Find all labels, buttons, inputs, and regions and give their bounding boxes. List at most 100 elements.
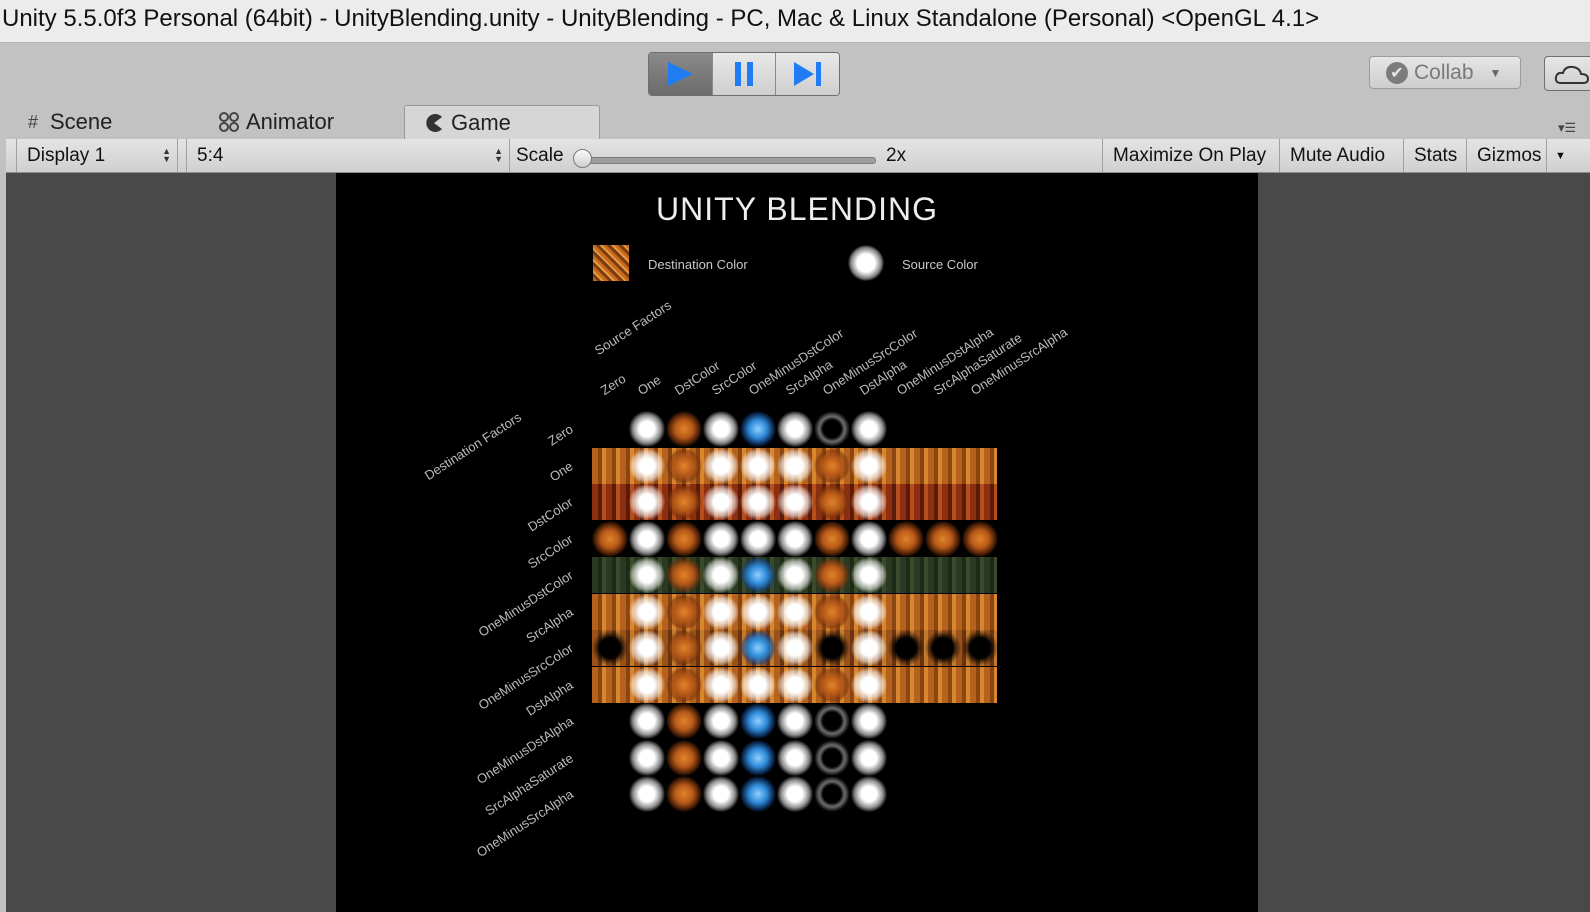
destination-factor-label: OneMinusDstColor (475, 567, 576, 640)
blend-cell (962, 630, 998, 666)
game-view-toolbar: Display 1 ▲ ▼ 5:4 ▲ ▼ Scale 2x Maximize On… (6, 139, 1590, 173)
destination-factors-label: Destination Factors (421, 409, 524, 483)
blend-cell (814, 739, 850, 776)
blend-cell (629, 739, 665, 776)
blend-cell (740, 776, 776, 812)
blend-cell (851, 593, 887, 630)
destination-factor-label: SrcColor (525, 530, 576, 572)
window-title: Unity 5.5.0f3 Personal (64bit) - UnityBl… (2, 5, 1320, 32)
scale-slider-thumb[interactable] (573, 149, 592, 168)
pause-icon (735, 62, 753, 86)
blend-cell (888, 520, 924, 557)
blend-cell (666, 484, 702, 520)
blend-cell (666, 411, 702, 447)
blend-cell (851, 447, 887, 484)
blend-cell (851, 776, 887, 812)
blend-cell (703, 666, 739, 703)
play-controls (648, 52, 840, 96)
destination-factor-label: OneMinusSrcColor (475, 640, 576, 713)
maximize-on-play-button[interactable]: Maximize On Play (1102, 139, 1276, 172)
blend-cell (666, 593, 702, 630)
blend-cell (740, 666, 776, 703)
blend-cell (629, 484, 665, 520)
blend-cell (777, 484, 813, 520)
blend-cell (740, 484, 776, 520)
updown-icon: ▲ ▼ (494, 146, 503, 164)
tab-scene[interactable]: # Scene (22, 105, 112, 139)
blend-cell (814, 557, 850, 593)
blend-cell (814, 484, 850, 520)
stats-button[interactable]: Stats (1403, 139, 1467, 172)
pause-button[interactable] (712, 53, 777, 95)
blend-cell (592, 520, 628, 557)
destination-color-swatch (593, 245, 629, 281)
blend-cell (814, 776, 850, 812)
blend-cell (925, 630, 961, 666)
blend-cell (777, 447, 813, 484)
tab-game[interactable]: Game (404, 105, 600, 139)
scale-label: Scale (516, 144, 564, 166)
blend-cell (703, 557, 739, 593)
view-tabs: # Scene Animator Game (0, 105, 1590, 140)
blend-cell (814, 593, 850, 630)
cloud-button[interactable] (1544, 56, 1590, 91)
destination-color-label: Destination Color (648, 257, 748, 272)
gizmos-button[interactable]: Gizmos (1466, 139, 1551, 172)
play-icon (668, 62, 694, 86)
blend-cell (740, 520, 776, 557)
display-value: Display 1 (27, 144, 106, 166)
tab-scene-label: Scene (50, 109, 113, 134)
blend-cell (777, 557, 813, 593)
aspect-dropdown[interactable]: 5:4 ▲ ▼ (186, 139, 510, 172)
blend-cell (777, 666, 813, 703)
blend-cell (740, 593, 776, 630)
blend-cell (629, 447, 665, 484)
blend-cell (666, 447, 702, 484)
blend-cell (814, 630, 850, 666)
blend-cell (629, 520, 665, 557)
scale-slider-track[interactable] (584, 157, 876, 164)
destination-factor-label: DstAlpha (523, 676, 576, 719)
blend-cell (777, 630, 813, 666)
blend-cell (851, 666, 887, 703)
blend-cell (740, 739, 776, 776)
display-dropdown[interactable]: Display 1 ▲ ▼ (16, 139, 178, 172)
blend-cell (851, 520, 887, 557)
blend-cell (851, 739, 887, 776)
blend-cell (666, 557, 702, 593)
blend-cell (925, 520, 961, 557)
blend-cell (851, 411, 887, 447)
toolbar: ✔ Collab ▼ (0, 43, 1590, 105)
chevron-down-icon: ▼ (1555, 149, 1566, 162)
destination-factor-label: OneMinusDstAlpha (473, 713, 576, 787)
blend-cell (629, 703, 665, 739)
blend-cell (814, 447, 850, 484)
tab-animator[interactable]: Animator (218, 105, 334, 139)
game-title: UNITY BLENDING (656, 191, 938, 227)
chevron-down-icon: ▼ (1489, 65, 1502, 80)
blend-cell (777, 593, 813, 630)
blend-cell (888, 630, 924, 666)
gizmos-dropdown[interactable]: ▼ (1546, 139, 1566, 172)
tab-menu-icon[interactable]: ▾☰ (1558, 120, 1576, 136)
blend-cell (777, 703, 813, 739)
blend-cell (703, 520, 739, 557)
blend-cell (629, 411, 665, 447)
destination-factor-label: SrcAlpha (523, 603, 576, 646)
blend-cell (851, 557, 887, 593)
blend-cell (666, 520, 702, 557)
blend-cell (814, 520, 850, 557)
game-viewport: UNITY BLENDING Destination Color Source … (336, 173, 1258, 912)
mute-audio-button[interactable]: Mute Audio (1279, 139, 1395, 172)
blend-cell (666, 666, 702, 703)
blend-cell (703, 776, 739, 812)
destination-factor-label: Zero (545, 421, 576, 449)
source-color-label: Source Color (902, 257, 978, 272)
step-button[interactable] (776, 53, 839, 95)
scale-value: 2x (886, 144, 907, 166)
check-icon: ✔ (1386, 61, 1408, 84)
collab-button[interactable]: ✔ Collab ▼ (1369, 56, 1521, 89)
updown-icon: ▲ ▼ (162, 146, 171, 164)
tab-animator-label: Animator (246, 109, 335, 134)
play-button[interactable] (649, 53, 713, 95)
